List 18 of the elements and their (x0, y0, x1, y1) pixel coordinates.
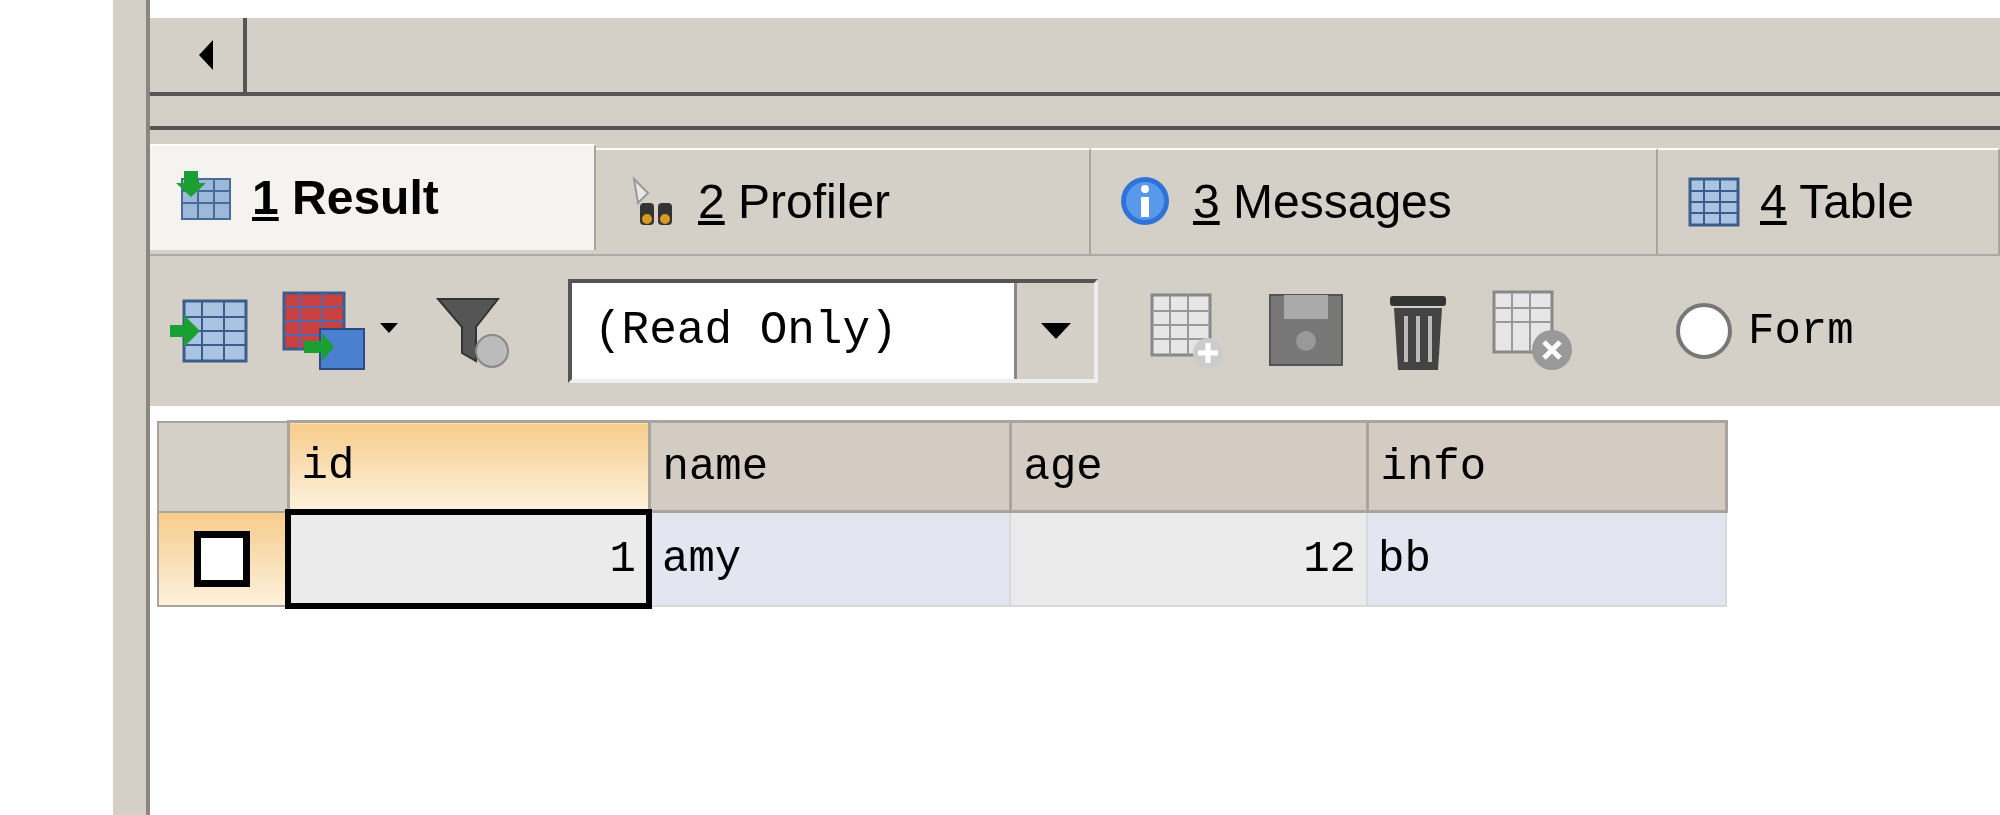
horizontal-scrollbar[interactable] (150, 18, 2000, 96)
tab[interactable]: 4 Table (1658, 148, 2000, 254)
column-header[interactable]: info (1367, 421, 1726, 512)
tab[interactable]: 1 Result (150, 144, 596, 250)
tab[interactable]: 2 Profiler (596, 148, 1091, 254)
caret-icon (1040, 323, 1071, 339)
row-checkbox[interactable] (194, 530, 250, 587)
tab[interactable]: 3 Messages (1091, 148, 1658, 254)
column-header[interactable]: name (649, 421, 1010, 512)
table-cell: 12 (1010, 511, 1367, 606)
table-cell: amy (649, 511, 1010, 606)
table-cell: bb (1367, 511, 1726, 606)
table-cell: 1 (288, 511, 649, 606)
save-icon[interactable] (1268, 293, 1346, 369)
column-header[interactable]: age (1010, 421, 1367, 512)
mode-dropdown[interactable]: (Read Only) (568, 279, 1098, 383)
form-radio[interactable]: Form (1676, 298, 1854, 364)
column-header[interactable]: id (288, 421, 649, 512)
